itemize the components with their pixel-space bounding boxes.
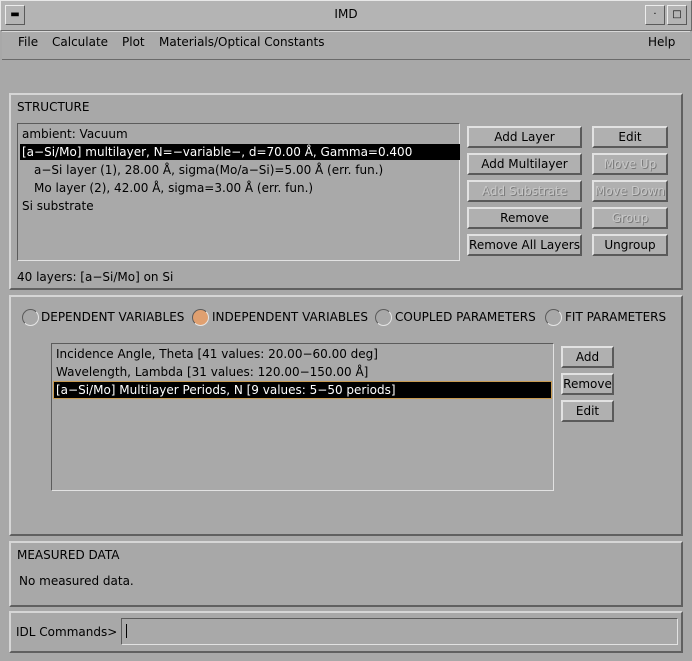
coupled-parameters-label[interactable]: COUPLED PARAMETERS bbox=[395, 310, 536, 324]
variable-item-periods[interactable]: [a−Si/Mo] Multilayer Periods, N [9 value… bbox=[53, 381, 552, 399]
add-variable-button[interactable]: Add bbox=[561, 346, 614, 368]
window-title: IMD bbox=[334, 7, 358, 21]
window-menu-button[interactable]: ▬ bbox=[5, 5, 25, 25]
dependent-variables-radio[interactable] bbox=[22, 309, 39, 326]
menu-calculate[interactable]: Calculate bbox=[52, 35, 108, 49]
ungroup-button[interactable]: Ungroup bbox=[592, 234, 668, 256]
menu-help[interactable]: Help bbox=[648, 35, 675, 49]
add-layer-button[interactable]: Add Layer bbox=[467, 126, 582, 148]
edit-layer-button[interactable]: Edit bbox=[592, 126, 668, 148]
minimize-icon: · bbox=[653, 9, 657, 20]
maximize-icon: □ bbox=[672, 9, 682, 20]
structure-item-ambient[interactable]: ambient: Vacuum bbox=[20, 126, 128, 142]
independent-variables-list[interactable]: Incidence Angle, Theta [41 values: 20.00… bbox=[51, 343, 554, 491]
dependent-variables-label[interactable]: DEPENDENT VARIABLES bbox=[41, 310, 184, 324]
remove-variable-button[interactable]: Remove bbox=[561, 373, 614, 395]
variable-item-theta[interactable]: Incidence Angle, Theta [41 values: 20.00… bbox=[54, 346, 378, 362]
idl-command-input[interactable] bbox=[121, 618, 678, 645]
measured-data-status: No measured data. bbox=[19, 574, 134, 588]
text-cursor bbox=[126, 624, 127, 638]
maximize-button[interactable]: □ bbox=[667, 5, 687, 25]
coupled-parameters-radio[interactable] bbox=[375, 309, 392, 326]
structure-list[interactable]: ambient: Vacuum [a−Si/Mo] multilayer, N=… bbox=[17, 123, 460, 261]
independent-variables-label[interactable]: INDEPENDENT VARIABLES bbox=[212, 310, 368, 324]
minimize-button[interactable]: · bbox=[645, 5, 665, 25]
fit-parameters-label[interactable]: FIT PARAMETERS bbox=[565, 310, 666, 324]
remove-all-layers-button[interactable]: Remove All Layers bbox=[467, 234, 582, 256]
window-menu-icon: ▬ bbox=[10, 9, 20, 20]
variable-item-lambda[interactable]: Wavelength, Lambda [31 values: 120.00−15… bbox=[54, 364, 368, 380]
fit-parameters-radio[interactable] bbox=[545, 309, 562, 326]
menu-materials[interactable]: Materials/Optical Constants bbox=[159, 35, 324, 49]
structure-item-mo-layer[interactable]: Mo layer (2), 42.00 Å, sigma=3.00 Å (err… bbox=[20, 180, 313, 196]
menu-file[interactable]: File bbox=[18, 35, 38, 49]
structure-item-multilayer[interactable]: [a−Si/Mo] multilayer, N=−variable−, d=70… bbox=[20, 144, 460, 160]
add-substrate-button[interactable]: Add Substrate bbox=[467, 180, 582, 202]
edit-variable-button[interactable]: Edit bbox=[561, 400, 614, 422]
move-up-button[interactable]: Move Up bbox=[592, 153, 668, 175]
menu-plot[interactable]: Plot bbox=[122, 35, 145, 49]
remove-layer-button[interactable]: Remove bbox=[467, 207, 582, 229]
measured-data-header: MEASURED DATA bbox=[17, 548, 120, 562]
add-multilayer-button[interactable]: Add Multilayer bbox=[467, 153, 582, 175]
structure-summary: 40 layers: [a−Si/Mo] on Si bbox=[17, 270, 174, 284]
group-button[interactable]: Group bbox=[592, 207, 668, 229]
structure-item-substrate[interactable]: Si substrate bbox=[20, 198, 94, 214]
idl-commands-label: IDL Commands> bbox=[16, 625, 118, 639]
structure-header: STRUCTURE bbox=[17, 100, 90, 114]
move-down-button[interactable]: Move Down bbox=[592, 180, 668, 202]
independent-variables-radio[interactable] bbox=[192, 309, 209, 326]
structure-item-asi-layer[interactable]: a−Si layer (1), 28.00 Å, sigma(Mo/a−Si)=… bbox=[20, 162, 383, 178]
